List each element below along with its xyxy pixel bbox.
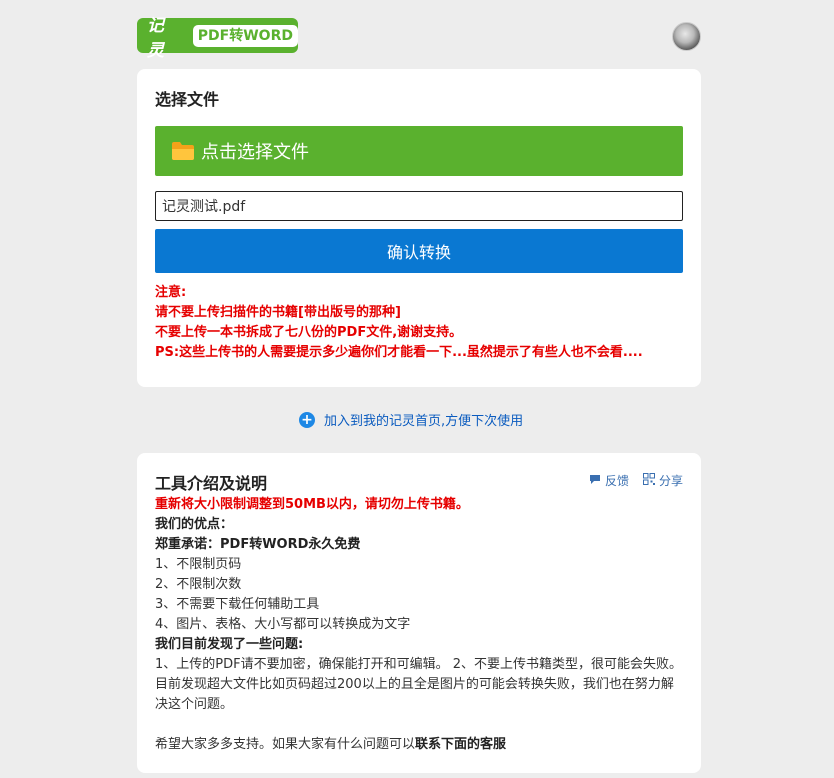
select-file-button[interactable]: 点击选择文件: [155, 126, 683, 176]
add-to-homepage-label: 加入到我的记灵首页,方便下次使用: [324, 414, 524, 429]
select-file-label: 点击选择文件: [201, 142, 309, 163]
tool-name-badge: PDF转WORD: [192, 24, 298, 47]
plus-icon: +: [299, 411, 315, 428]
share-label: 分享: [658, 474, 683, 488]
file-name-field[interactable]: [155, 191, 683, 221]
upload-title: 选择文件: [155, 90, 220, 109]
feedback-label: 反馈: [604, 474, 629, 488]
qrcode-icon: [642, 473, 655, 488]
advantage-item: 4、图片、表格、大小写都可以转换成为文字: [155, 617, 411, 632]
header: 记灵 PDF转WORD: [137, 16, 701, 61]
intro-card: 工具介绍及说明 反馈 分享 重新将大小限制调整到50MB以内，请切勿上传书籍。: [137, 453, 701, 773]
comment-icon: [589, 474, 601, 488]
logo-brand: 记灵: [147, 15, 165, 61]
feedback-button[interactable]: 反馈: [589, 472, 629, 489]
advantage-item: 3、不需要下载任何辅助工具: [155, 597, 320, 612]
avatar[interactable]: [672, 22, 701, 51]
closing-line: 希望大家多多支持。如果大家有什么问题可以联系下面的客服: [155, 735, 685, 755]
intro-title: 工具介绍及说明: [155, 474, 268, 493]
note-line: PS:这些上传书的人需要提示多少遍你们才能看一下...虽然提示了有些人也不会看.…: [155, 345, 643, 360]
issues-heading: 我们目前发现了一些问题:: [155, 637, 304, 652]
size-limit-warning: 重新将大小限制调整到50MB以内，请切勿上传书籍。: [155, 497, 469, 512]
closing-text: 希望大家多多支持。如果大家有什么问题可以: [155, 737, 416, 752]
intro-actions: 反馈 分享: [575, 472, 683, 489]
advantage-item: 1、不限制页码: [155, 557, 242, 572]
intro-body: 重新将大小限制调整到50MB以内，请切勿上传书籍。 我们的优点： 郑重承诺：PD…: [155, 495, 685, 755]
note-line: 请不要上传扫描件的书籍[带出版号的那种]: [155, 305, 401, 320]
note-line: 注意:: [155, 285, 187, 300]
upload-notes: 注意: 请不要上传扫描件的书籍[带出版号的那种] 不要上传一本书拆成了七八份的P…: [155, 283, 685, 363]
upload-card: 选择文件 点击选择文件 确认转换 注意: 请不要上传扫描件的书籍[带出版号的那种…: [137, 69, 701, 387]
issues-text: 1、上传的PDF请不要加密，确保能打开和可编辑。 2、不要上传书籍类型，很可能会…: [155, 657, 683, 712]
advantage-item: 2、不限制次数: [155, 577, 242, 592]
note-line: 不要上传一本书拆成了七八份的PDF文件,谢谢支持。: [155, 325, 463, 340]
share-button[interactable]: 分享: [642, 472, 683, 489]
free-promise: 郑重承诺：PDF转WORD永久免费: [155, 537, 361, 552]
add-to-homepage-link[interactable]: + 加入到我的记灵首页,方便下次使用: [299, 410, 523, 429]
contact-service-text: 联系下面的客服: [415, 737, 507, 752]
folder-icon: [171, 141, 195, 161]
logo[interactable]: 记灵 PDF转WORD: [137, 16, 298, 61]
advantages-heading: 我们的优点：: [155, 517, 234, 532]
confirm-convert-button[interactable]: 确认转换: [155, 229, 683, 273]
